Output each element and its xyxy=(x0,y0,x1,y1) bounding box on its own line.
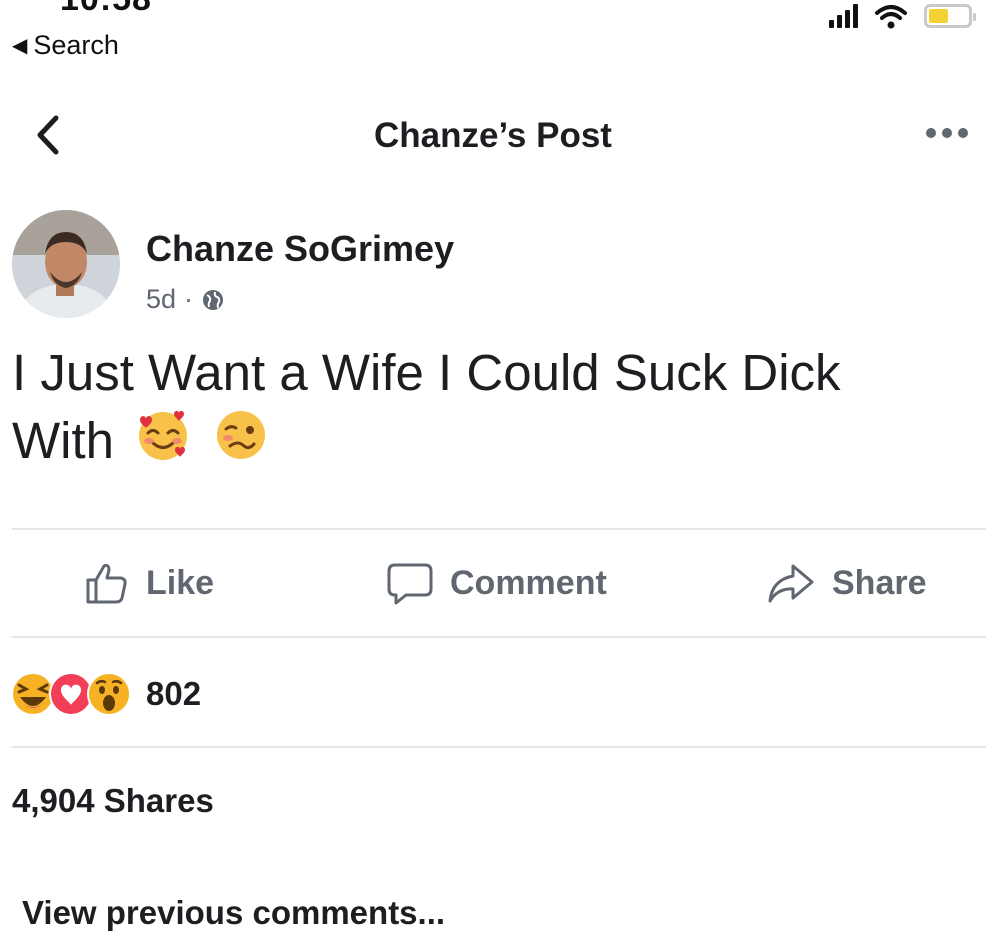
battery-icon xyxy=(924,4,976,28)
divider-middle xyxy=(12,636,986,638)
reaction-count: 802 xyxy=(146,675,202,712)
back-triangle-icon: ◀ xyxy=(12,35,28,57)
reaction-icons xyxy=(10,671,131,717)
like-button[interactable]: Like xyxy=(84,560,214,606)
page-title: Chanze’s Post xyxy=(374,116,612,155)
share-label: Share xyxy=(832,563,927,602)
shares-count[interactable]: 4,904 Shares xyxy=(12,782,214,820)
cellular-signal-icon xyxy=(829,4,858,28)
like-label: Like xyxy=(146,563,215,602)
meta-separator: · xyxy=(184,284,194,314)
comment-icon xyxy=(387,563,433,605)
post-meta: 5d · xyxy=(146,284,225,315)
post-text-line-1: I Just Want a Wife I Could Suck Dick xyxy=(12,344,841,401)
divider-top xyxy=(12,528,986,530)
reactions-summary[interactable]: 802 xyxy=(10,664,201,724)
share-arrow-icon xyxy=(768,564,814,603)
divider-bottom xyxy=(12,746,986,748)
post-age: 5d xyxy=(146,284,177,314)
comment-button[interactable]: Comment xyxy=(386,560,607,606)
post-text-line-2: With xyxy=(12,412,114,469)
globe-icon xyxy=(203,289,224,310)
post-text: I Just Want a Wife I Could Suck Dick Wit… xyxy=(12,340,982,474)
nav-bar: Chanze’s Post xyxy=(0,96,986,176)
status-icons xyxy=(829,4,976,30)
back-to-search-link[interactable]: ◀ Search xyxy=(12,30,119,61)
thumbs-up-icon xyxy=(86,564,127,604)
more-horizontal-icon[interactable] xyxy=(922,118,972,148)
status-bar: 10:58 ◀ Search xyxy=(0,0,986,80)
post-header: Chanze SoGrimey 5d · xyxy=(12,210,972,320)
woozy-face-emoji xyxy=(217,411,266,459)
avatar[interactable] xyxy=(12,210,120,318)
wow-reaction-icon xyxy=(87,672,131,716)
share-button[interactable]: Share xyxy=(766,560,927,606)
author-name[interactable]: Chanze SoGrimey xyxy=(146,228,454,270)
view-previous-comments-link[interactable]: View previous comments... xyxy=(22,894,445,932)
smiling-face-with-hearts-emoji xyxy=(139,410,188,460)
back-to-search-label: Search xyxy=(33,30,119,60)
action-bar: Like Comment Share xyxy=(0,548,986,624)
wifi-icon xyxy=(875,5,907,29)
comment-label: Comment xyxy=(450,563,607,602)
status-time: 10:58 xyxy=(60,0,152,19)
